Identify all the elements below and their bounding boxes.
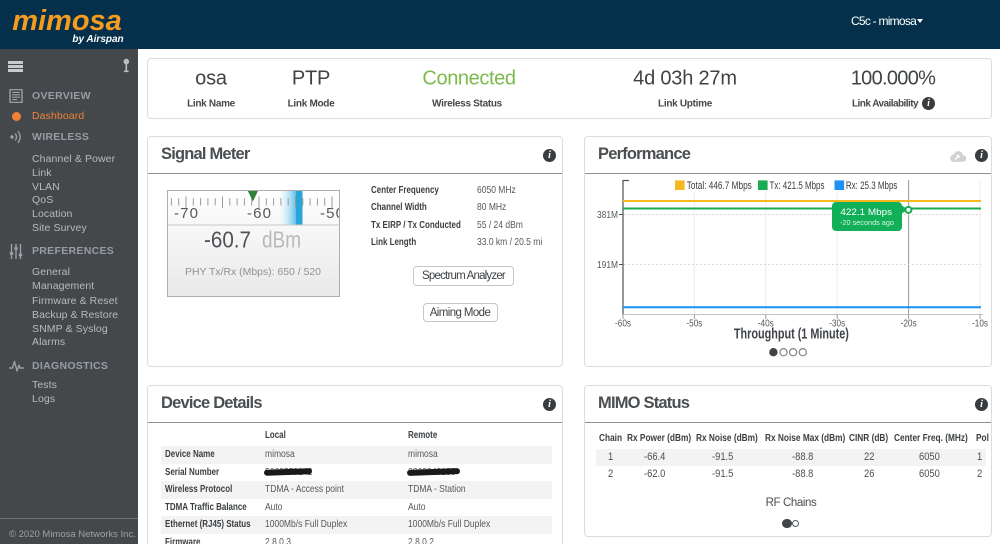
svg-text:Throughput (1 Minute): Throughput (1 Minute)	[734, 326, 849, 343]
svg-text:Total: 446.7 Mbps: Total: 446.7 Mbps	[687, 180, 752, 192]
svg-text:-70: -70	[174, 205, 198, 222]
svg-text:-50: -50	[320, 205, 339, 222]
svg-text:381M: 381M	[597, 209, 618, 221]
svg-text:-20 seconds ago: -20 seconds ago	[840, 218, 894, 227]
svg-text:-20s: -20s	[901, 319, 917, 330]
svg-text:by Airspan: by Airspan	[72, 34, 123, 45]
svg-text:Tx: 421.5 Mbps: Tx: 421.5 Mbps	[770, 180, 825, 192]
svg-text:-50s: -50s	[686, 319, 702, 330]
svg-text:422.1 Mbps: 422.1 Mbps	[840, 207, 892, 218]
svg-text:mimosa: mimosa	[12, 5, 122, 37]
svg-text:dBm: dBm	[262, 226, 301, 252]
svg-text:-60: -60	[247, 205, 271, 222]
svg-text:-10s: -10s	[972, 319, 988, 330]
svg-text:-60s: -60s	[615, 319, 631, 330]
svg-text:PHY Tx/Rx (Mbps): 650 / 520: PHY Tx/Rx (Mbps): 650 / 520	[185, 266, 321, 278]
svg-text:-60.7: -60.7	[204, 226, 251, 252]
svg-text:191M: 191M	[597, 259, 618, 271]
svg-text:Rx: 25.3 Mbps: Rx: 25.3 Mbps	[846, 180, 898, 192]
